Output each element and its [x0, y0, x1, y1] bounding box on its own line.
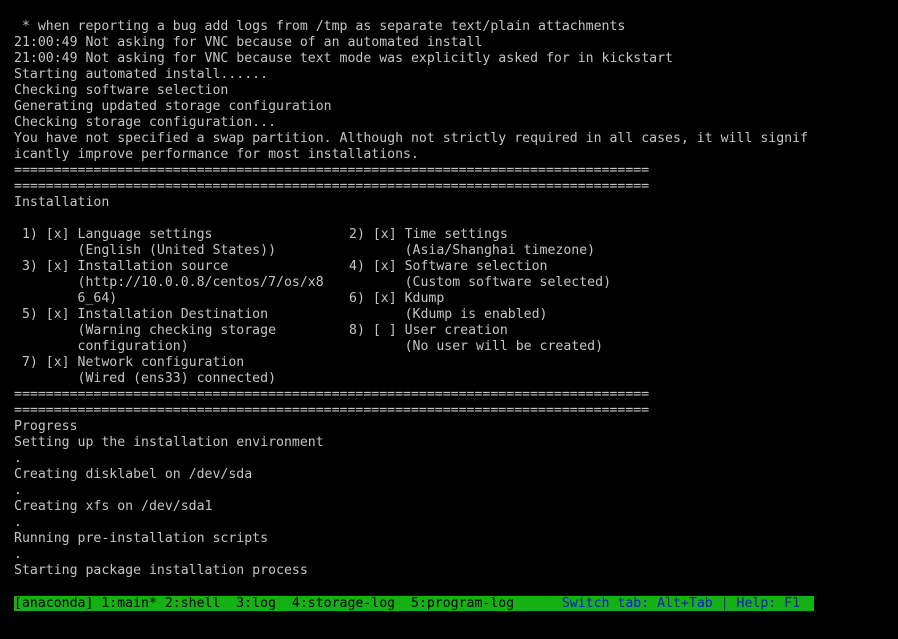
log-line: 21:00:49 Not asking for VNC because of a… [14, 35, 483, 50]
separator: ========================================… [14, 163, 650, 178]
progress-line: Running pre-installation scripts [14, 531, 269, 546]
progress-line: Creating disklabel on /dev/sda [14, 467, 253, 482]
tmux-status-bar: [anaconda] 1:main* 2:shell 3:log 4:stora… [14, 596, 814, 611]
log-line: Checking software selection [14, 83, 229, 98]
installation-row: 1) [x] Language settings 2) [x] Time set… [14, 227, 894, 243]
progress-line: . [14, 451, 22, 466]
installation-source-option[interactable]: 3) [x] Installation source [14, 259, 349, 275]
installation-row: (Wired (ens33) connected) [14, 371, 894, 387]
software-selection-detail: (Custom software selected) [349, 275, 612, 290]
installation-row: (Warning checking storage 8) [ ] User cr… [14, 323, 894, 339]
progress-line: . [14, 483, 22, 498]
log-line: Checking storage configuration... [14, 115, 277, 130]
log-line: icantly improve performance for most ins… [14, 147, 419, 162]
installation-destination-option[interactable]: 5) [x] Installation Destination [14, 307, 349, 323]
separator: ========================================… [14, 179, 650, 194]
progress-title: Progress [14, 419, 78, 434]
installation-row: 5) [x] Installation Destination (Kdump i… [14, 307, 894, 323]
log-line: You have not specified a swap partition.… [14, 131, 808, 146]
installation-row: 7) [x] Network configuration [14, 355, 894, 371]
language-settings-option[interactable]: 1) [x] Language settings [14, 227, 349, 243]
kdump-detail: (Kdump is enabled) [349, 307, 548, 322]
installation-source-detail: 6_64) [14, 291, 118, 306]
installation-destination-detail: configuration) [14, 339, 189, 354]
time-settings-detail: (Asia/Shanghai timezone) [349, 243, 596, 258]
separator: ========================================… [14, 387, 650, 402]
separator: ========================================… [14, 403, 650, 418]
terminal-screen: * when reporting a bug add logs from /tm… [14, 19, 894, 579]
language-settings-detail: (English (United States)) [14, 243, 277, 258]
installation-title: Installation [14, 195, 110, 210]
installation-row: 6_64) 6) [x] Kdump [14, 291, 894, 307]
log-line: Starting automated install...... [14, 67, 269, 82]
progress-line: Starting package installation process [14, 563, 308, 578]
window-tabs[interactable]: [anaconda] 1:main* 2:shell 3:log 4:stora… [14, 596, 562, 611]
installation-row: 3) [x] Installation source 4) [x] Softwa… [14, 259, 894, 275]
progress-line: . [14, 515, 22, 530]
progress-line: . [14, 547, 22, 562]
user-creation-detail: (No user will be created) [349, 339, 604, 354]
log-line: Generating updated storage configuration [14, 99, 332, 114]
software-selection-option[interactable]: 4) [x] Software selection [349, 259, 548, 275]
log-line: 21:00:49 Not asking for VNC because text… [14, 51, 673, 66]
installation-row: (English (United States)) (Asia/Shanghai… [14, 243, 894, 259]
installation-row: (http://10.0.0.8/centos/7/os/x8 (Custom … [14, 275, 894, 291]
help-hint: Switch tab: Alt+Tab | Help: F1 [561, 596, 808, 611]
progress-line: Creating xfs on /dev/sda1 [14, 499, 213, 514]
network-configuration-detail: (Wired (ens33) connected) [14, 371, 277, 386]
time-settings-option[interactable]: 2) [x] Time settings [349, 227, 508, 243]
installation-source-detail: (http://10.0.0.8/centos/7/os/x8 [14, 275, 324, 290]
user-creation-option[interactable]: 8) [ ] User creation [349, 323, 508, 339]
network-configuration-option[interactable]: 7) [x] Network configuration [14, 355, 349, 371]
installation-row: configuration) (No user will be created) [14, 339, 894, 355]
log-line: * when reporting a bug add logs from /tm… [14, 19, 626, 34]
kdump-option[interactable]: 6) [x] Kdump [349, 291, 444, 307]
installation-destination-detail: (Warning checking storage [14, 323, 277, 338]
progress-line: Setting up the installation environment [14, 435, 324, 450]
